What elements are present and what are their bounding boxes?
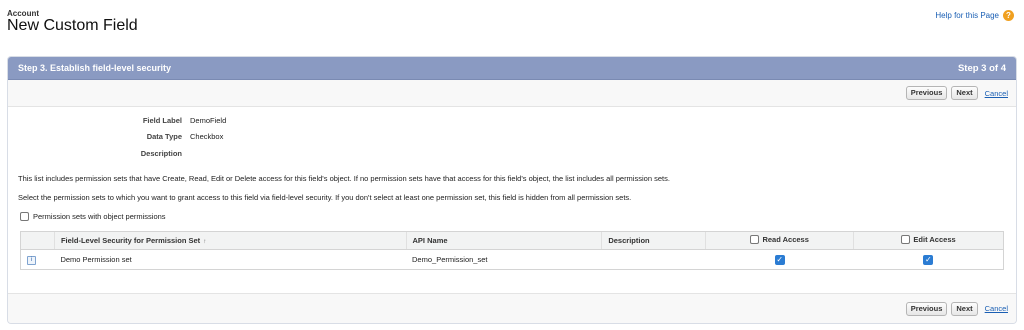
help-link-container: Help for this Page ?	[935, 10, 1014, 21]
wizard-panel: Step 3. Establish field-level security S…	[7, 56, 1017, 324]
read-access-checkbox[interactable]: ✓	[774, 254, 785, 265]
field-label-value: DemoField	[190, 116, 227, 125]
permission-set-table: Field-Level Security for Permission Set ↑…	[20, 231, 1004, 270]
info-icon[interactable]: i	[27, 255, 36, 265]
data-type-label: Data Type	[146, 132, 182, 141]
edit-access-column-header: Edit Access	[853, 231, 1004, 250]
permission-filter-label: Permission sets with object permissions	[33, 212, 166, 221]
next-button-bottom[interactable]: Next	[951, 301, 978, 316]
permission-set-api-name: Demo_Permission_set	[406, 249, 602, 270]
read-access-select-all-checkbox[interactable]	[750, 235, 760, 244]
read-access-cell: ✓	[705, 249, 854, 270]
name-column-label: Field-Level Security for Permission Set	[60, 236, 201, 245]
edit-access-cell: ✓	[853, 249, 1004, 270]
info-text-line1: This list includes permission sets that …	[18, 174, 670, 183]
top-button-row: Previous Next Cancel	[8, 80, 1016, 107]
name-column-header[interactable]: Field-Level Security for Permission Set ↑	[53, 231, 407, 250]
step-indicator: Step 3 of 4	[957, 62, 1006, 74]
table-row: i Demo Permission set Demo_Permission_se…	[20, 249, 1004, 270]
read-access-column-label: Read Access	[762, 235, 809, 244]
help-link[interactable]: Help for this Page	[935, 11, 999, 20]
read-access-column-header: Read Access	[705, 231, 854, 250]
help-icon[interactable]: ?	[1003, 10, 1014, 21]
cancel-link-bottom[interactable]: Cancel	[985, 304, 1008, 313]
info-text-line2: Select the permission sets to which you …	[18, 193, 632, 202]
permission-filter-checkbox[interactable]	[20, 212, 29, 221]
step-title: Step 3. Establish field-level security	[18, 63, 172, 73]
permission-set-name: Demo Permission set	[54, 249, 407, 270]
step-bar: Step 3. Establish field-level security S…	[8, 57, 1016, 80]
field-label-label: Field Label	[142, 116, 182, 125]
permission-set-description	[601, 249, 706, 270]
edit-access-select-all-checkbox[interactable]	[901, 235, 911, 244]
next-button-top[interactable]: Next	[951, 86, 978, 100]
edit-access-checkbox[interactable]: ✓	[923, 254, 934, 265]
row-info-cell: i	[20, 249, 55, 270]
icon-column-header	[20, 231, 55, 250]
description-column-header[interactable]: Description	[601, 231, 706, 250]
cancel-link-top[interactable]: Cancel	[985, 89, 1008, 98]
edit-access-column-label: Edit Access	[913, 235, 956, 244]
table-header-row: Field-Level Security for Permission Set ↑…	[20, 231, 1004, 250]
page-title: New Custom Field	[7, 17, 138, 34]
sort-ascending-icon[interactable]: ↑	[203, 239, 206, 245]
data-type-value: Checkbox	[190, 132, 224, 141]
previous-button-bottom[interactable]: Previous	[905, 301, 948, 316]
api-name-column-header[interactable]: API Name	[405, 231, 602, 250]
bottom-button-row: Previous Next Cancel	[8, 293, 1016, 323]
permission-filter: Permission sets with object permissions	[20, 212, 166, 221]
previous-button-top[interactable]: Previous	[905, 86, 948, 100]
description-label: Description	[140, 149, 182, 158]
